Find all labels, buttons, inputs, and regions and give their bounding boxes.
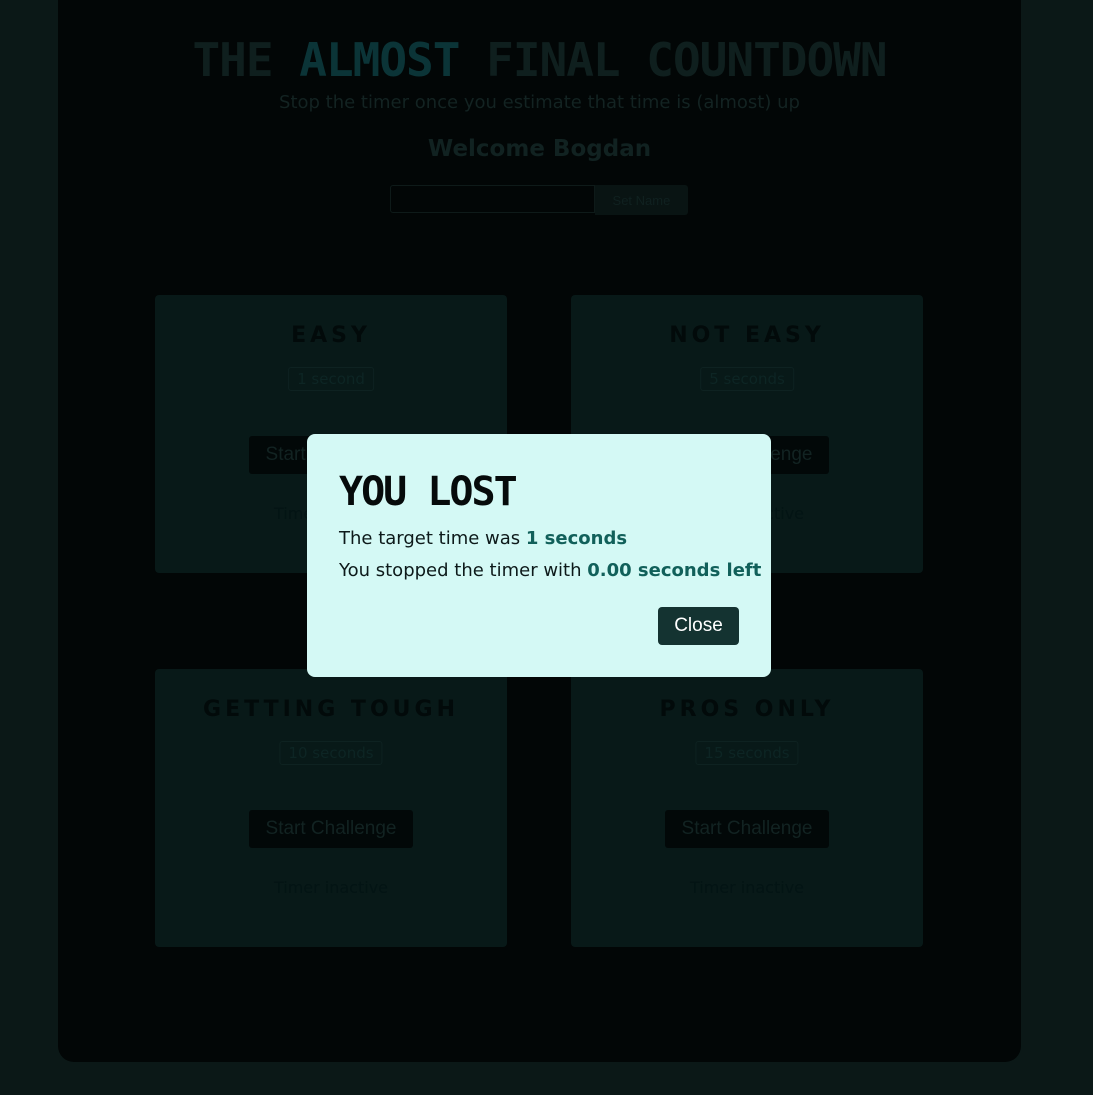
page-subtitle: Stop the timer once you estimate that ti… (279, 92, 800, 113)
set-name-button[interactable]: Set Name (594, 185, 688, 215)
challenge-title: NOT EASY (669, 323, 825, 348)
remaining-time-value: 0.00 seconds left (587, 560, 762, 581)
timer-status: Timer inactive (273, 878, 389, 897)
name-input[interactable] (390, 185, 595, 213)
page-title: THE ALMOST FINAL COUNTDOWN (58, 32, 1021, 88)
result-modal: YOU LOST The target time was 1 seconds Y… (307, 434, 771, 677)
challenge-title: PROS ONLY (659, 697, 835, 722)
challenge-title: EASY (291, 323, 371, 348)
timer-status: Timer inactive (689, 878, 805, 897)
target-time-value: 1 seconds (525, 528, 628, 549)
remaining-time-text: You stopped the timer with 0.00 seconds … (339, 560, 761, 581)
start-challenge-button[interactable]: Start Challenge (249, 810, 413, 848)
start-challenge-button[interactable]: Start Challenge (665, 810, 829, 848)
modal-title: YOU LOST (339, 469, 518, 515)
title-accent: ALMOST (299, 33, 460, 87)
challenge-title: GETTING TOUGH (203, 697, 459, 722)
challenge-duration: 5 seconds (700, 367, 794, 391)
challenge-duration: 1 second (288, 367, 374, 391)
welcome-message: Welcome Bogdan (427, 136, 652, 162)
title-prefix: THE (192, 33, 273, 87)
challenge-card-getting-tough: GETTING TOUGH 10 seconds Start Challenge… (155, 669, 507, 947)
target-time-text: The target time was 1 seconds (339, 528, 627, 549)
name-form: Set Name (390, 185, 688, 215)
challenge-duration: 15 seconds (695, 741, 799, 765)
challenge-duration: 10 seconds (279, 741, 383, 765)
remaining-time-label: You stopped the timer with (339, 560, 588, 581)
challenge-card-pros-only: PROS ONLY 15 seconds Start Challenge Tim… (571, 669, 923, 947)
target-time-label: The target time was (339, 528, 526, 549)
page: THE ALMOST FINAL COUNTDOWN Stop the time… (0, 0, 1093, 1095)
title-suffix: FINAL COUNTDOWN (486, 33, 887, 87)
close-button[interactable]: Close (658, 607, 739, 645)
